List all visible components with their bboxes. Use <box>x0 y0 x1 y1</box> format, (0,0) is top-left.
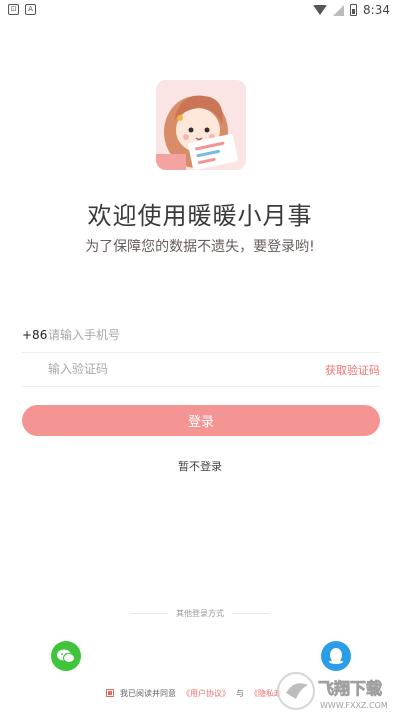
watermark-text: 飞翔下载 <box>318 679 382 698</box>
wechat-icon <box>57 649 75 663</box>
app-notification-icon: A <box>25 4 36 15</box>
battery-icon <box>350 4 358 16</box>
get-code-button[interactable]: 获取验证码 <box>325 362 380 378</box>
app-logo <box>156 80 246 170</box>
phone-input[interactable] <box>48 323 288 347</box>
welcome-subtitle: 为了保障您的数据不遗失，要登录哟! <box>85 239 315 255</box>
welcome-title: 欢迎使用暖暖小月事 <box>87 202 313 230</box>
signal-icon <box>333 4 345 16</box>
other-login-divider: 其他登录方式 <box>130 606 270 620</box>
login-button[interactable]: 登录 <box>22 405 380 436</box>
country-code-selector[interactable]: +86 <box>22 328 47 342</box>
screen-cast-icon: ⊡ <box>8 4 19 15</box>
skip-login-link[interactable]: 暂不登录 <box>0 458 400 474</box>
phone-row: +86 <box>22 318 380 353</box>
wifi-icon <box>313 5 328 15</box>
code-row: 获取验证码 <box>22 352 380 387</box>
agreement-checkbox[interactable] <box>106 689 114 697</box>
watermark-url: WWW.FXXZ.COM <box>320 701 388 710</box>
status-bar: ⊡ A 8:34 <box>0 0 400 22</box>
status-time: 8:34 <box>363 3 390 17</box>
watermark: 飞翔下载 WWW.FXXZ.COM <box>274 667 396 715</box>
other-login-label: 其他登录方式 <box>176 609 224 618</box>
verification-code-input[interactable] <box>48 357 288 381</box>
agreement-prefix: 我已阅读并同意 <box>120 688 176 698</box>
agreement-conjunction: 与 <box>236 688 244 698</box>
wechat-login-button[interactable] <box>51 641 81 671</box>
agreement-row: 我已阅读并同意 《用户协议》 与 《隐私政 <box>106 686 282 700</box>
user-agreement-link[interactable]: 《用户协议》 <box>182 688 230 699</box>
